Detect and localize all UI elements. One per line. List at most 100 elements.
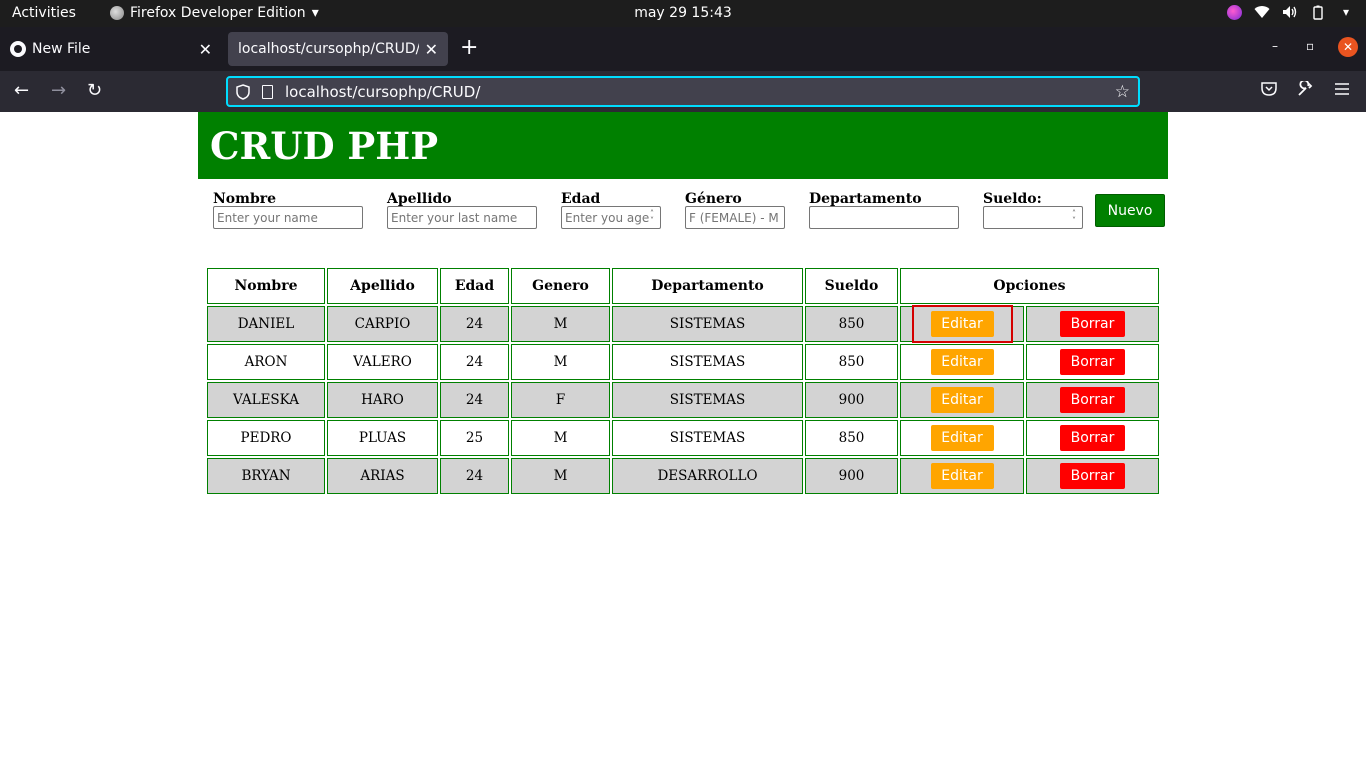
- edit-button[interactable]: Editar: [930, 349, 994, 375]
- cell-departamento: SISTEMAS: [612, 344, 803, 380]
- cell-genero: M: [511, 344, 610, 380]
- edit-button[interactable]: Editar: [930, 463, 994, 489]
- clock[interactable]: may 29 15:43: [0, 5, 1366, 21]
- cell-sueldo: 900: [805, 382, 898, 418]
- cell-delete: Borrar: [1026, 420, 1159, 456]
- column-header: Departamento: [612, 268, 803, 304]
- cell-apellido: ARIAS: [327, 458, 438, 494]
- column-header: Opciones: [900, 268, 1159, 304]
- system-tray[interactable]: ▾: [1226, 4, 1354, 20]
- table-row: DANIEL CARPIO 24 M SISTEMAS 850 Editar B…: [207, 305, 1159, 343]
- github-icon: [10, 41, 26, 57]
- table-row: ARON VALERO 24 M SISTEMAS 850 Editar Bor…: [207, 344, 1159, 380]
- maximize-icon[interactable]: ▫: [1306, 39, 1314, 53]
- power-menu-chevron-icon[interactable]: ▾: [1338, 4, 1354, 20]
- tab-new-file[interactable]: New File ✕: [0, 32, 222, 66]
- wifi-icon[interactable]: [1254, 4, 1270, 20]
- navigation-toolbar: ← → ↻ ☆: [0, 71, 1366, 112]
- cell-departamento: SISTEMAS: [612, 306, 803, 342]
- battery-icon[interactable]: [1310, 4, 1326, 20]
- cell-genero: F: [511, 382, 610, 418]
- edad-spinner-icon[interactable]: ˄ ˅: [647, 210, 657, 226]
- edit-button[interactable]: Editar: [930, 425, 994, 451]
- sueldo-input[interactable]: [983, 206, 1083, 229]
- cell-edit: Editar: [900, 305, 1024, 343]
- field-departamento: Departamento: [809, 191, 959, 229]
- minimize-icon[interactable]: –: [1272, 39, 1278, 53]
- cell-apellido: CARPIO: [327, 306, 438, 342]
- sueldo-spinner-icon[interactable]: ˄ ˅: [1069, 210, 1079, 226]
- tab-crud[interactable]: localhost/cursophp/CRUD/ ✕: [228, 32, 448, 66]
- window-close-icon[interactable]: ✕: [1338, 37, 1358, 57]
- genero-input[interactable]: [685, 206, 785, 229]
- cell-edit: Editar: [900, 420, 1024, 456]
- edad-input[interactable]: [561, 206, 661, 229]
- table-header-row: Nombre Apellido Edad Genero Departamento…: [207, 268, 1159, 304]
- hamburger-menu-icon[interactable]: [1334, 81, 1350, 100]
- new-record-form: Nombre Apellido Edad ˄˅ Género Departame…: [0, 191, 1366, 241]
- cell-nombre: DANIEL: [207, 306, 325, 342]
- column-header: Edad: [440, 268, 509, 304]
- delete-button[interactable]: Borrar: [1060, 463, 1125, 489]
- cell-nombre: PEDRO: [207, 420, 325, 456]
- wrench-icon[interactable]: [1297, 79, 1313, 101]
- cell-departamento: DESARROLLO: [612, 458, 803, 494]
- cell-edit: Editar: [900, 344, 1024, 380]
- records-table: Nombre Apellido Edad Genero Departamento…: [205, 266, 1161, 496]
- page-content: CRUD PHP Nombre Apellido Edad ˄˅ Género …: [0, 112, 1366, 768]
- edit-button[interactable]: Editar: [930, 311, 994, 337]
- cell-sueldo: 900: [805, 458, 898, 494]
- system-top-bar: Activities Firefox Developer Edition ▾ m…: [0, 0, 1366, 27]
- apellido-input[interactable]: [387, 206, 537, 229]
- departamento-input[interactable]: [809, 206, 959, 229]
- close-tab-icon[interactable]: ✕: [425, 40, 438, 59]
- page-info-icon[interactable]: [262, 84, 273, 99]
- url-input[interactable]: [285, 82, 1115, 101]
- cell-sueldo: 850: [805, 344, 898, 380]
- tab-label: New File: [32, 41, 91, 57]
- cell-delete: Borrar: [1026, 344, 1159, 380]
- tab-strip: New File ✕ localhost/cursophp/CRUD/ ✕ + …: [0, 27, 1366, 71]
- apellido-label: Apellido: [387, 191, 452, 207]
- cell-edad: 24: [440, 306, 509, 342]
- delete-button[interactable]: Borrar: [1060, 311, 1125, 337]
- bookmark-star-icon[interactable]: ☆: [1115, 82, 1130, 102]
- delete-button[interactable]: Borrar: [1060, 349, 1125, 375]
- volume-icon[interactable]: [1282, 4, 1298, 20]
- tab-label: localhost/cursophp/CRUD/: [238, 41, 419, 57]
- field-sueldo: Sueldo: ˄ ˅: [983, 191, 1083, 229]
- cell-delete: Borrar: [1026, 306, 1159, 342]
- delete-button[interactable]: Borrar: [1060, 425, 1125, 451]
- edad-label: Edad: [561, 191, 601, 207]
- forward-arrow-icon[interactable]: →: [51, 81, 66, 101]
- nuevo-button[interactable]: Nuevo: [1095, 194, 1165, 227]
- cell-delete: Borrar: [1026, 458, 1159, 494]
- close-tab-icon[interactable]: ✕: [199, 40, 212, 59]
- reload-icon[interactable]: ↻: [87, 81, 102, 101]
- cell-sueldo: 850: [805, 420, 898, 456]
- tracking-protection-shield-icon[interactable]: [236, 83, 250, 100]
- page-title: CRUD PHP: [210, 124, 439, 168]
- table-row: VALESKA HARO 24 F SISTEMAS 900 Editar Bo…: [207, 382, 1159, 418]
- url-bar[interactable]: ☆: [226, 76, 1140, 107]
- table-row: BRYAN ARIAS 24 M DESARROLLO 900 Editar B…: [207, 458, 1159, 494]
- pocket-icon[interactable]: [1261, 81, 1277, 100]
- cell-edad: 25: [440, 420, 509, 456]
- cell-genero: M: [511, 458, 610, 494]
- field-nombre: Nombre: [213, 191, 363, 229]
- firefox-dev-tray-icon[interactable]: [1226, 4, 1242, 20]
- field-genero: Género: [685, 191, 785, 229]
- nombre-input[interactable]: [213, 206, 363, 229]
- cell-genero: M: [511, 306, 610, 342]
- cell-apellido: HARO: [327, 382, 438, 418]
- cell-nombre: VALESKA: [207, 382, 325, 418]
- cell-edad: 24: [440, 458, 509, 494]
- delete-button[interactable]: Borrar: [1060, 387, 1125, 413]
- table-row: PEDRO PLUAS 25 M SISTEMAS 850 Editar Bor…: [207, 420, 1159, 456]
- page-header: CRUD PHP: [198, 112, 1168, 179]
- field-edad: Edad ˄˅: [561, 191, 661, 229]
- cell-departamento: SISTEMAS: [612, 420, 803, 456]
- edit-button[interactable]: Editar: [930, 387, 994, 413]
- new-tab-plus-icon[interactable]: +: [460, 37, 478, 59]
- back-arrow-icon[interactable]: ←: [14, 81, 29, 101]
